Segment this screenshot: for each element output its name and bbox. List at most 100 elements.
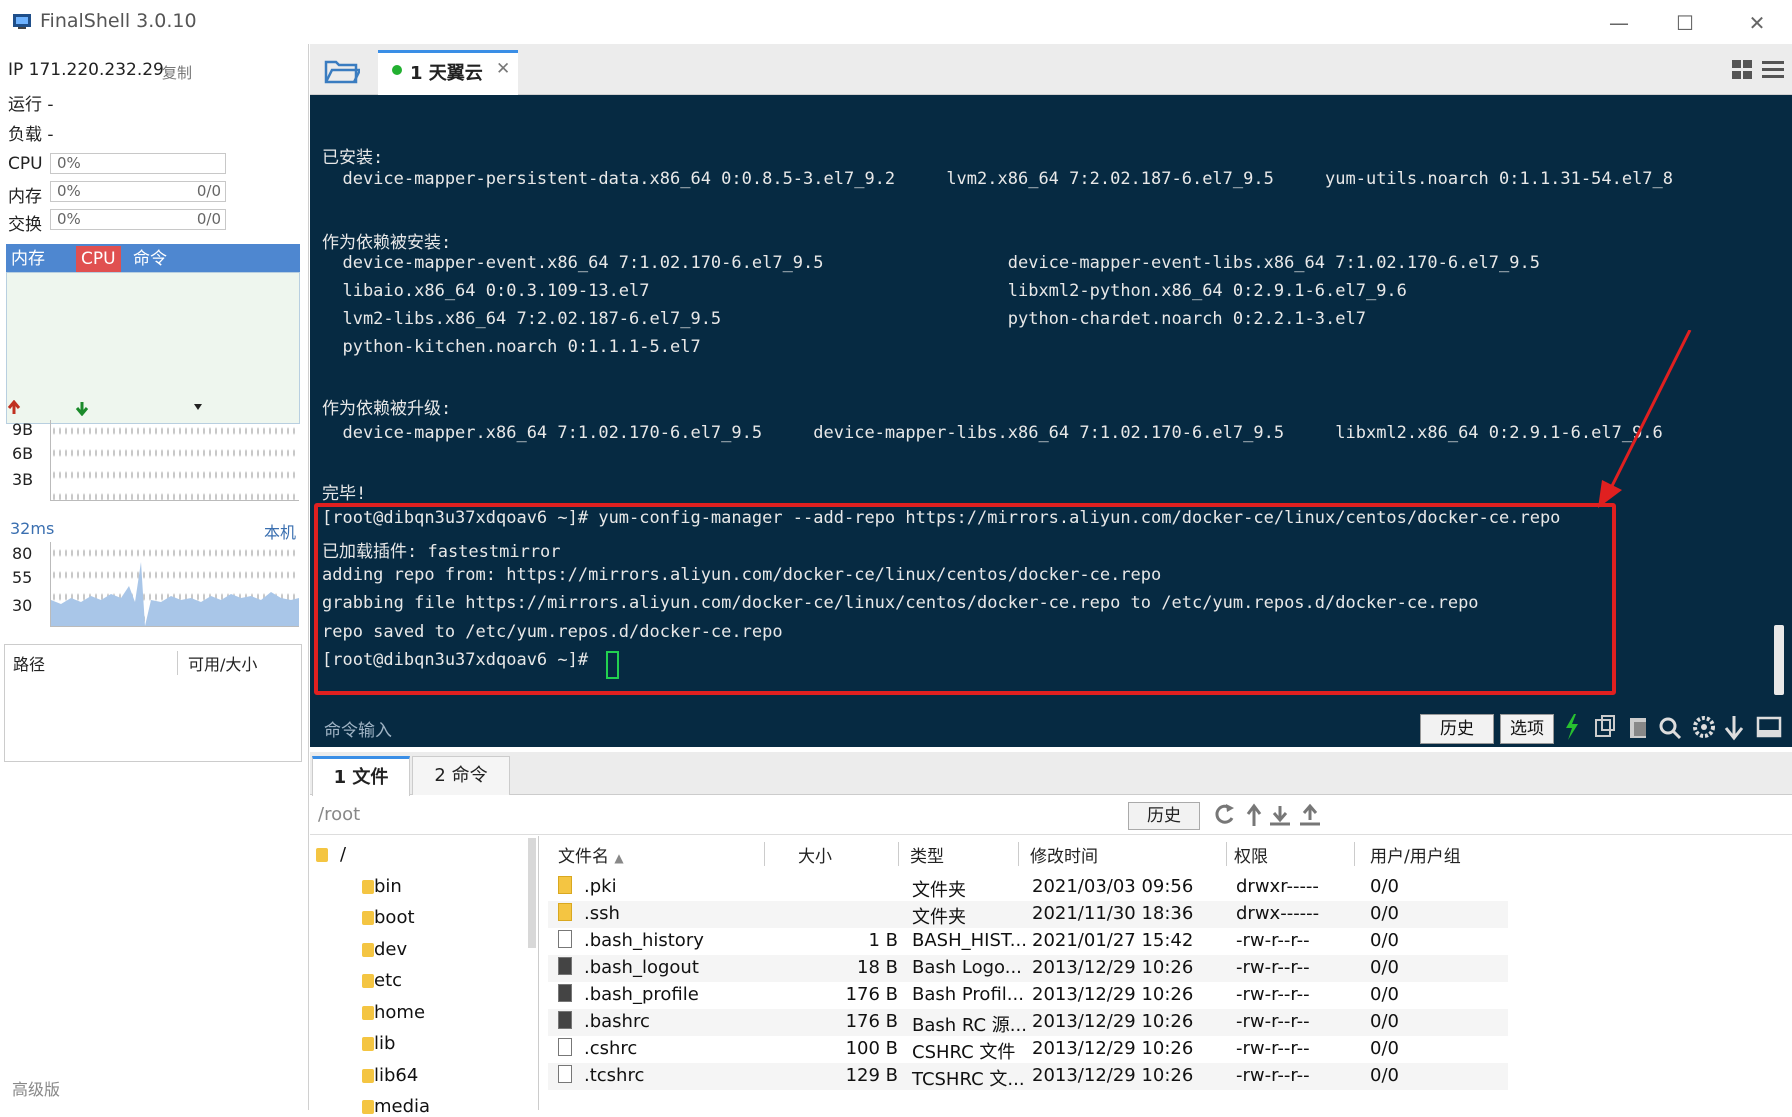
file-row[interactable]: .bashrc 176 B Bash RC 源... 2013/12/29 10:26… [548,1009,1508,1036]
file-mtime: 2021/03/03 09:56 [1032,876,1194,897]
path-history-button[interactable]: 历史 [1128,802,1200,830]
options-button[interactable]: 选项 [1500,714,1554,744]
file-icon [558,1011,572,1029]
tab-files[interactable]: 1 文件 [312,756,410,797]
col-type[interactable]: 类型 [910,842,1019,867]
file-type: 文件夹 [912,907,966,928]
folder-icon [362,974,374,988]
file-icon [558,930,572,948]
tab-commands[interactable]: 2 命令 [412,756,510,795]
latency-tick: 30 [12,596,33,615]
terminal-line: python-kitchen.noarch 0:1.1.1-5.el7 [322,337,701,357]
folder-icon [558,876,572,894]
tab-memory[interactable]: 内存 [6,246,50,272]
folder-icon [362,911,374,925]
file-perm: -rw-r--r-- [1236,1011,1310,1032]
directory-tree: / bin boot dev etc home lib lib64 media [310,836,539,1117]
layout-icons[interactable] [1732,60,1784,82]
tree-item[interactable]: lib64 [374,1065,418,1086]
path-bar: /root 历史 [310,796,1792,835]
file-type: TCSHRC 文... [912,1069,1025,1090]
close-button[interactable]: ✕ [1732,8,1782,38]
folder-icon [362,879,374,894]
file-owner: 0/0 [1370,984,1399,1005]
tree-item[interactable]: boot [374,907,415,928]
tree-item[interactable]: / [340,844,346,865]
tree-item[interactable]: media [374,1096,430,1117]
history-button[interactable]: 历史 [1420,714,1494,744]
col-permission[interactable]: 权限 [1234,842,1355,867]
terminal-line: libaio.x86_64 0:0.3.109-13.el7 libxml2-p… [322,281,1407,301]
terminal-line: 完毕! [322,484,367,504]
terminal-toolbar[interactable] [1562,712,1788,742]
file-owner: 0/0 [1370,1038,1399,1059]
latency-tick: 55 [12,568,33,587]
command-input[interactable]: 命令输入 [324,716,392,741]
tree-scrollbar[interactable] [528,838,536,948]
tab-command[interactable]: 命令 [128,246,172,272]
download-arrow-icon [75,402,89,416]
file-type: Bash Profil... [912,984,1024,1005]
file-size: 176 B [845,1011,898,1032]
bottom-tabs: 1 文件 2 命令 [310,752,1792,797]
folder-icon [362,1037,374,1051]
file-size: 100 B [845,1038,898,1059]
file-row[interactable]: .cshrc 100 B CSHRC 文件 2013/12/29 10:26 -rw-r… [548,1036,1508,1063]
session-tab-strip: 1 天翼云 ✕ [310,44,1792,97]
minimize-button[interactable]: — [1594,8,1644,38]
file-perm: -rw-r--r-- [1236,1065,1310,1086]
load-label: 负载 - [8,125,54,145]
file-row[interactable]: .tcshrc 129 B TCSHRC 文... 2013/12/29 10:26 -… [548,1063,1508,1090]
col-filename[interactable]: 文件名 ▲ [558,842,765,867]
file-row[interactable]: .bash_logout 18 B Bash Logo... 2013/12/29 1… [548,955,1508,982]
tab-session-1[interactable]: 1 天翼云 ✕ [378,50,518,97]
file-row[interactable]: .bash_history 1 B BASH_HIST... 2021/01/27 1… [548,928,1508,955]
file-row[interactable]: .ssh 文件夹 2021/11/30 18:36 drwx------ 0/0 [548,901,1508,928]
terminal-scrollbar[interactable] [1774,625,1784,695]
file-size: 1 B [868,930,898,951]
file-type: Bash RC 源... [912,1015,1027,1036]
cpu-label: CPU [8,154,43,174]
file-icon [558,1038,572,1056]
dropdown-arrow-icon [194,404,202,410]
upload-arrow-icon [7,400,21,414]
file-type: CSHRC 文件 [912,1042,1016,1063]
tree-item[interactable]: bin [374,876,402,897]
file-row[interactable]: .bash_profile 176 B Bash Profil... 2013/12/… [548,982,1508,1009]
up-directory-icon [1246,803,1262,826]
search-icon [1659,717,1677,735]
file-mtime: 2021/11/30 18:36 [1032,903,1194,924]
tree-item[interactable]: lib [374,1033,395,1054]
cpu-meter: 0% [50,153,226,174]
file-toolbar[interactable] [1214,802,1334,828]
highlight-box [314,503,1616,695]
terminal-line: 作为依赖被安装: [322,233,452,253]
tree-item[interactable]: etc [374,970,402,991]
col-owner[interactable]: 用户/用户组 [1370,842,1490,867]
folder-open-icon[interactable] [324,56,360,84]
file-icon [558,984,572,1002]
process-tabs: 内存 CPU 命令 [6,244,300,272]
close-tab-icon[interactable]: ✕ [496,59,510,79]
tree-item[interactable]: dev [374,939,407,960]
file-list: 文件名 ▲ 大小 类型 修改时间 权限 用户/用户组 .pki 文件夹 2021/0… [548,836,1792,1110]
terminal-line: device-mapper.x86_64 7:1.02.170-6.el7_9.… [322,423,1663,443]
terminal[interactable]: 已安装: device-mapper-persistent-data.x86_6… [310,95,1792,747]
tree-item[interactable]: home [374,1002,425,1023]
window-title: FinalShell 3.0.10 [40,10,197,32]
maximize-button[interactable]: ☐ [1660,8,1710,38]
file-row[interactable]: .pki 文件夹 2021/03/03 09:56 drwxr----- 0/0 [548,874,1508,901]
file-name: .bash_profile [584,984,699,1005]
lightning-icon [1566,714,1578,740]
path-input[interactable]: /root [318,804,360,825]
tab-cpu[interactable]: CPU [76,246,121,272]
copy-ip-button[interactable]: 复制 [162,62,192,83]
file-name: .bash_history [584,930,704,951]
col-size[interactable]: 大小 [798,842,899,867]
file-perm: -rw-r--r-- [1236,957,1310,978]
title-bar: FinalShell 3.0.10 — ☐ ✕ [0,0,1792,44]
col-mtime[interactable]: 修改时间 [1030,842,1227,867]
session-tab-label: 1 天翼云 [410,63,483,84]
upload-file-icon [1300,803,1320,826]
file-owner: 0/0 [1370,930,1399,951]
